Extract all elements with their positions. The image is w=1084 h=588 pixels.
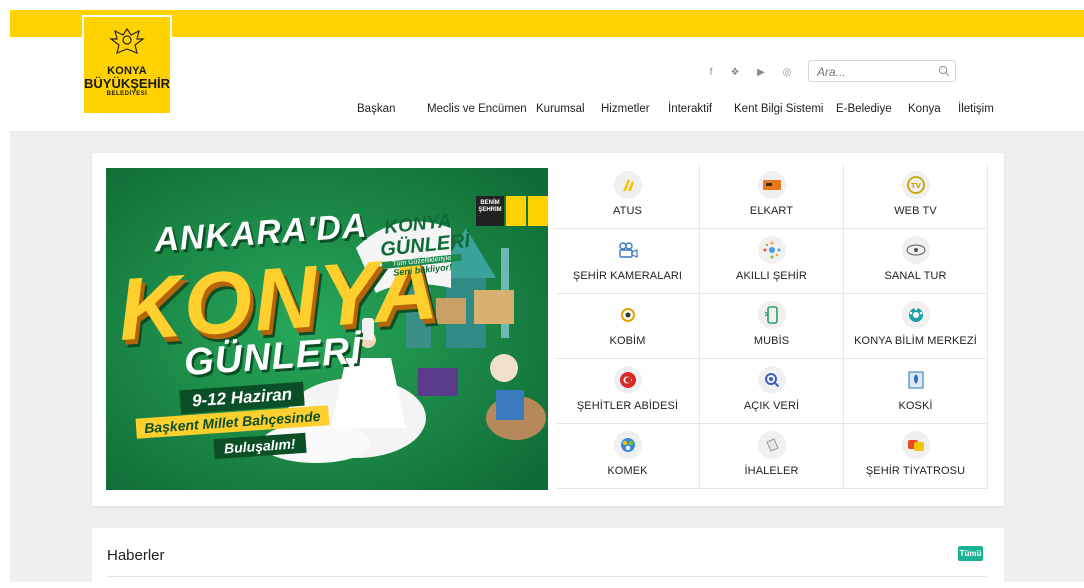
service-atus-label: ATUS (613, 205, 642, 217)
service-komek[interactable]: KOMEK (556, 424, 700, 489)
science-center-icon (908, 307, 923, 322)
news-card (92, 528, 1004, 588)
service-sehitler-abidesi-label: ŞEHİTLER ABİDESİ (576, 400, 679, 412)
card-icon (762, 180, 781, 190)
service-sehitler-abidesi[interactable]: ŞEHİTLER ABİDESİ (556, 359, 700, 424)
top-spacer (0, 0, 1084, 10)
service-akilli-sehir[interactable]: AKILLI ŞEHİR (700, 229, 844, 294)
banner-badge-line2: ŞEHRİM (478, 207, 502, 213)
search-icon[interactable] (938, 65, 950, 77)
search-box[interactable] (808, 60, 956, 82)
service-koski[interactable]: KOSKİ (844, 359, 988, 424)
service-kobim-label: KOBİM (609, 335, 646, 347)
service-webtv[interactable]: TV WEB TV (844, 164, 988, 229)
koski-icon (908, 371, 923, 389)
service-akilli-sehir-label: AKILLI ŞEHİR (736, 270, 807, 282)
bus-icon (622, 179, 634, 191)
service-mubis-icon (757, 301, 786, 329)
promo-banner[interactable]: BENİM ŞEHRİM ANKARA'DA KONYA GÜNLERİ KON… (106, 168, 548, 490)
banner-right-title: KONYA GÜNLERİ Tüm Güzellikleriyle Seni b… (377, 210, 471, 279)
service-kobim-icon (613, 301, 642, 329)
tv-icon: TV (906, 176, 925, 194)
kobim-icon (620, 308, 635, 322)
nav-baskan[interactable]: Başkan (357, 103, 395, 115)
service-ihaleler-icon (757, 431, 786, 459)
service-kameralar[interactable]: ŞEHİR KAMERALARI (556, 229, 700, 294)
komek-icon (620, 438, 635, 452)
instagram-icon[interactable]: ◎ (780, 66, 794, 80)
banner-badge: BENİM ŞEHRİM (476, 200, 504, 214)
svg-text:TV: TV (910, 182, 921, 190)
service-bilim-merkezi[interactable]: KONYA BİLİM MERKEZİ (844, 294, 988, 359)
service-kobim[interactable]: KOBİM (556, 294, 700, 359)
youtube-icon[interactable]: ▶ (754, 66, 768, 80)
nav-kurumsal[interactable]: Kurumsal (536, 103, 585, 115)
flag-icon (619, 372, 636, 388)
nav-iletisim[interactable]: İletişim (958, 103, 994, 115)
service-atus-icon (613, 171, 642, 199)
service-elkart-icon (757, 171, 786, 199)
service-sehir-tiyatrosu[interactable]: ŞEHİR TİYATROSU (844, 424, 988, 489)
service-koski-label: KOSKİ (898, 400, 933, 412)
nav-kent-bilgi[interactable]: Kent Bilgi Sistemi (734, 103, 823, 115)
service-elkart[interactable]: ELKART (700, 164, 844, 229)
konya-logo[interactable]: KONYA BÜYÜKŞEHİR BELEDİYESİ (82, 15, 172, 115)
service-acik-veri-label: AÇIK VERİ (743, 400, 800, 412)
service-sehir-tiyatrosu-label: ŞEHİR TİYATROSU (865, 465, 966, 477)
service-ihaleler-label: İHALELER (744, 465, 799, 477)
service-koski-icon (901, 366, 930, 394)
search-input[interactable] (815, 62, 939, 82)
nav-e-belediye[interactable]: E-Belediye (836, 103, 892, 115)
service-elkart-label: ELKART (749, 205, 794, 217)
service-komek-icon (613, 431, 642, 459)
twitter-icon[interactable]: ❖ (728, 66, 742, 80)
service-kameralar-icon (613, 236, 642, 264)
logo-line-2: BÜYÜKŞEHİR (84, 76, 170, 91)
service-mubis[interactable]: MUBİS (700, 294, 844, 359)
service-acik-veri-icon (757, 366, 786, 394)
logo-line-3: BELEDİYESİ (106, 91, 148, 97)
service-bilim-merkezi-icon (901, 301, 930, 329)
service-bilim-merkezi-label: KONYA BİLİM MERKEZİ (854, 335, 977, 347)
eagle-emblem-icon (109, 27, 145, 54)
service-grid: ATUS ELKART TV WEB TV ŞEHİR KAMERALARI A… (556, 164, 988, 492)
tender-icon (765, 438, 779, 452)
news-title: Haberler (107, 547, 165, 564)
service-sehir-tiyatrosu-icon (901, 431, 930, 459)
service-atus[interactable]: ATUS (556, 164, 700, 229)
nav-hizmetler[interactable]: Hizmetler (601, 103, 650, 115)
service-sehitler-abidesi-icon (613, 366, 642, 394)
virtual-tour-icon (906, 244, 925, 256)
service-kameralar-label: ŞEHİR KAMERALARI (572, 270, 683, 282)
facebook-icon[interactable]: f (704, 66, 718, 80)
service-mubis-label: MUBİS (753, 335, 790, 347)
phone-icon (764, 306, 778, 324)
banner-badge-line1: BENİM (480, 200, 500, 206)
service-akilli-sehir-icon (757, 236, 786, 264)
service-sanal-tur-label: SANAL TUR (884, 270, 947, 282)
nav-konya[interactable]: Konya (908, 103, 941, 115)
camera-icon (618, 242, 638, 258)
news-divider (107, 576, 987, 577)
theatre-icon (907, 440, 924, 451)
service-acik-veri[interactable]: AÇIK VERİ (700, 359, 844, 424)
nav-interaktif[interactable]: İnteraktif (668, 103, 712, 115)
service-webtv-icon: TV (901, 171, 930, 199)
smart-city-icon (763, 241, 780, 259)
service-ihaleler[interactable]: İHALELER (700, 424, 844, 489)
nav-meclis[interactable]: Meclis ve Encümen (427, 103, 527, 115)
service-webtv-label: WEB TV (894, 205, 937, 217)
service-komek-label: KOMEK (607, 465, 648, 477)
open-data-icon (764, 373, 779, 388)
service-sanal-tur-icon (901, 236, 930, 264)
news-all-button[interactable]: Tümü (958, 546, 983, 561)
service-sanal-tur[interactable]: SANAL TUR (844, 229, 988, 294)
